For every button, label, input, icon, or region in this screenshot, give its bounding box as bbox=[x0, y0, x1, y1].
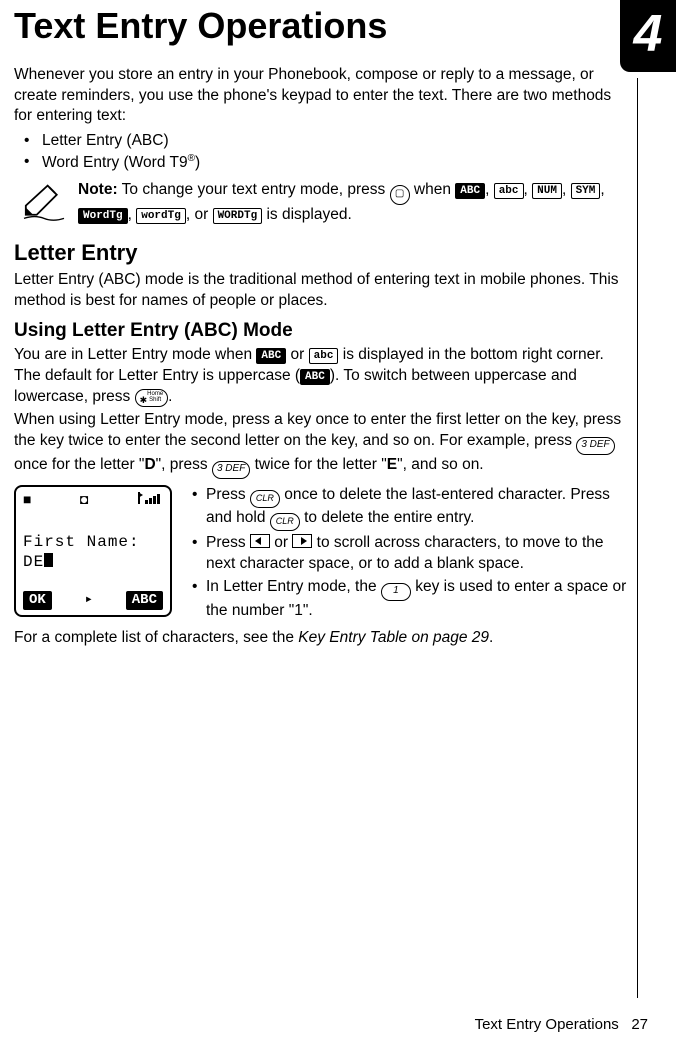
letter-d: D bbox=[144, 456, 155, 473]
footer-page-number: 27 bbox=[631, 1016, 648, 1033]
side-bullet-one-key: In Letter Entry mode, the 1 key is used … bbox=[188, 577, 632, 622]
method-t9-suffix: ) bbox=[195, 154, 200, 171]
signal-bars-icon bbox=[137, 492, 163, 513]
letter-e: E bbox=[387, 456, 397, 473]
note-when: when bbox=[410, 181, 456, 198]
p1b: or bbox=[286, 346, 308, 363]
method-list: Letter Entry (ABC) Word Entry (Word T9®) bbox=[14, 131, 632, 174]
mode-num-icon: NUM bbox=[532, 183, 562, 199]
screen-side-bullets: Press CLR once to delete the last-entere… bbox=[188, 485, 632, 624]
p2e: ", and so on. bbox=[397, 456, 484, 473]
letter-entry-desc: Letter Entry (ABC) mode is the tradition… bbox=[14, 270, 632, 312]
pencil-icon bbox=[20, 180, 68, 224]
star-shift-key-icon: ✱HomeShift bbox=[135, 389, 169, 407]
cursor-icon bbox=[44, 553, 53, 567]
clr-key-icon-2: CLR bbox=[270, 513, 300, 531]
method-item-abc: Letter Entry (ABC) bbox=[14, 131, 632, 152]
mode-abc-upper-icon: ABC bbox=[455, 183, 485, 199]
mode-wordtg-caps-icon: WORDTg bbox=[213, 208, 263, 224]
mode-abc-upper-inline2-icon: ABC bbox=[300, 369, 330, 385]
note-or: or bbox=[190, 206, 212, 223]
phone-screen-illustration: ■ ◘ First Name: bbox=[14, 485, 172, 617]
key-3def-icon-2: 3 DEF bbox=[212, 461, 250, 479]
softkey-ok: OK bbox=[23, 591, 52, 610]
mode-wordtg-upper-icon: WordTg bbox=[78, 208, 128, 224]
key-3def-icon: 3 DEF bbox=[576, 437, 614, 455]
closer-paragraph: For a complete list of characters, see t… bbox=[14, 628, 632, 649]
left-arrow-key-icon bbox=[250, 534, 270, 548]
mode-wordtg-lower-icon: wordTg bbox=[136, 208, 186, 224]
clr-key-icon: CLR bbox=[250, 490, 280, 508]
right-arrow-key-icon bbox=[292, 534, 312, 548]
footer-section: Text Entry Operations bbox=[475, 1016, 619, 1033]
note-text: Note: To change your text entry mode, pr… bbox=[78, 180, 632, 226]
p1e: . bbox=[168, 388, 172, 405]
screen-line2: DE bbox=[23, 552, 163, 572]
p1a: You are in Letter Entry mode when bbox=[14, 346, 256, 363]
method-t9-prefix: Word Entry (Word T9 bbox=[42, 154, 188, 171]
mode-abc-lower-inline-icon: abc bbox=[309, 348, 339, 364]
side-bullet-arrows: Press or to scroll across characters, to… bbox=[188, 533, 632, 575]
p2b: once for the letter " bbox=[14, 456, 144, 473]
screen-line1: First Name: bbox=[23, 532, 163, 552]
page-footer: Text Entry Operations 27 bbox=[475, 1015, 648, 1035]
status-icon-mid: ◘ bbox=[80, 492, 88, 513]
method-item-t9: Word Entry (Word T9®) bbox=[14, 152, 632, 174]
p2c: ", press bbox=[156, 456, 212, 473]
one-key-icon: 1 bbox=[381, 583, 411, 601]
p2d: twice for the letter " bbox=[250, 456, 386, 473]
softkey-abc: ABC bbox=[126, 591, 163, 610]
using-abc-heading: Using Letter Entry (ABC) Mode bbox=[14, 318, 632, 344]
note-end: is displayed. bbox=[262, 206, 352, 223]
note-block: Note: To change your text entry mode, pr… bbox=[14, 180, 632, 226]
softkey-icon: ▢ bbox=[390, 185, 410, 205]
p2a: When using Letter Entry mode, press a ke… bbox=[14, 411, 621, 449]
intro-paragraph: Whenever you store an entry in your Phon… bbox=[14, 65, 632, 128]
using-abc-p1: You are in Letter Entry mode when ABC or… bbox=[14, 345, 632, 408]
softkey-arrow-icon: ▸ bbox=[85, 591, 93, 610]
page-title: Text Entry Operations bbox=[14, 0, 648, 51]
side-bullet-clr: Press CLR once to delete the last-entere… bbox=[188, 485, 632, 531]
note-part1: To change your text entry mode, press bbox=[118, 181, 390, 198]
using-abc-p2: When using Letter Entry mode, press a ke… bbox=[14, 410, 632, 479]
mode-sym-icon: SYM bbox=[571, 183, 601, 199]
letter-entry-heading: Letter Entry bbox=[14, 238, 632, 268]
key-entry-table-ref: Key Entry Table on page 29 bbox=[298, 629, 489, 646]
mode-abc-lower-icon: abc bbox=[494, 183, 524, 199]
mode-abc-upper-inline-icon: ABC bbox=[256, 348, 286, 364]
note-label: Note: bbox=[78, 181, 118, 198]
registered-mark: ® bbox=[188, 153, 195, 164]
status-icon-left: ■ bbox=[23, 492, 31, 513]
